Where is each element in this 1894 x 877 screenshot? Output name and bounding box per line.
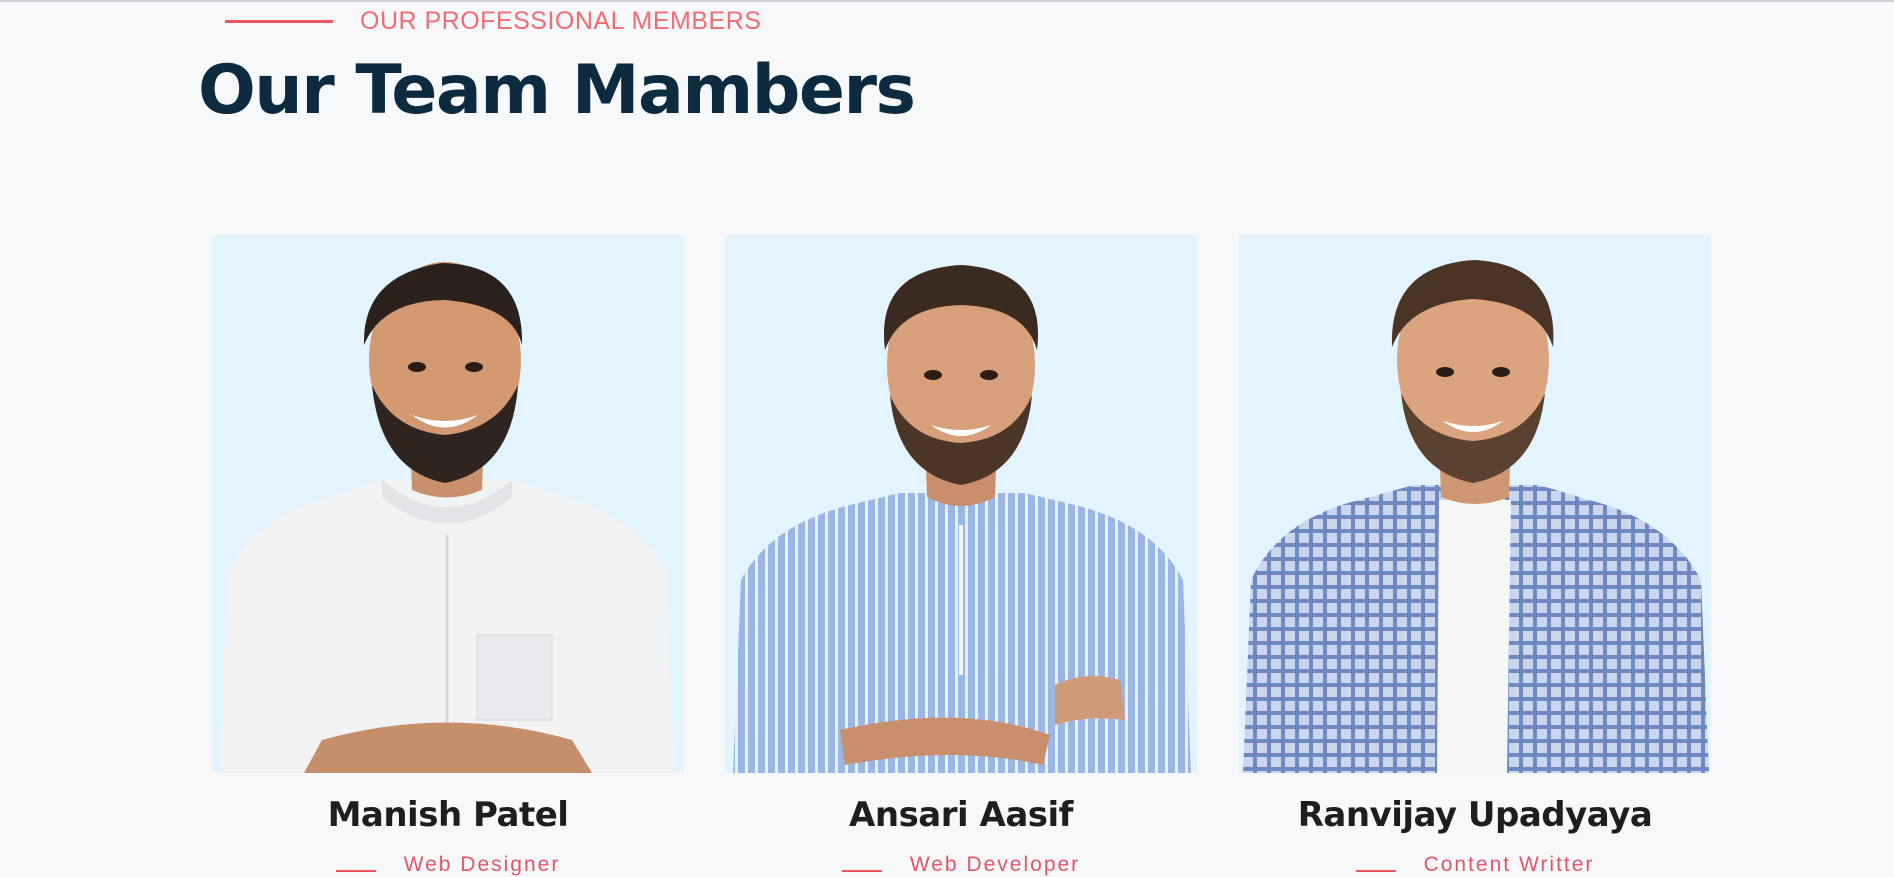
role-divider (335, 870, 376, 872)
member-photo (1239, 235, 1711, 773)
role-text: Web Designer (403, 853, 561, 876)
role-divider (841, 870, 882, 872)
member-photo (212, 235, 684, 773)
member-name: Manish Patel (327, 795, 569, 835)
member-role: Web Developer (725, 853, 1197, 877)
team-card[interactable]: Ansari Aasif Web Developer (725, 235, 1197, 877)
member-name: Ranvijay Upadyaya (1297, 795, 1653, 835)
member-photo (725, 235, 1197, 773)
team-card[interactable]: Ranvijay Upadyaya Content Writter (1239, 235, 1711, 877)
member-name: Ansari Aasif (849, 795, 1073, 835)
team-grid: Manish Patel Web Designer Ansari Aasif W… (0, 2, 1894, 877)
member-role: Web Designer (212, 853, 684, 877)
role-text: Web Developer (909, 853, 1081, 876)
team-card[interactable]: Manish Patel Web Designer (212, 235, 684, 877)
role-divider (1355, 870, 1396, 872)
role-text: Content Writter (1423, 853, 1595, 876)
member-role: Content Writter (1239, 853, 1711, 877)
